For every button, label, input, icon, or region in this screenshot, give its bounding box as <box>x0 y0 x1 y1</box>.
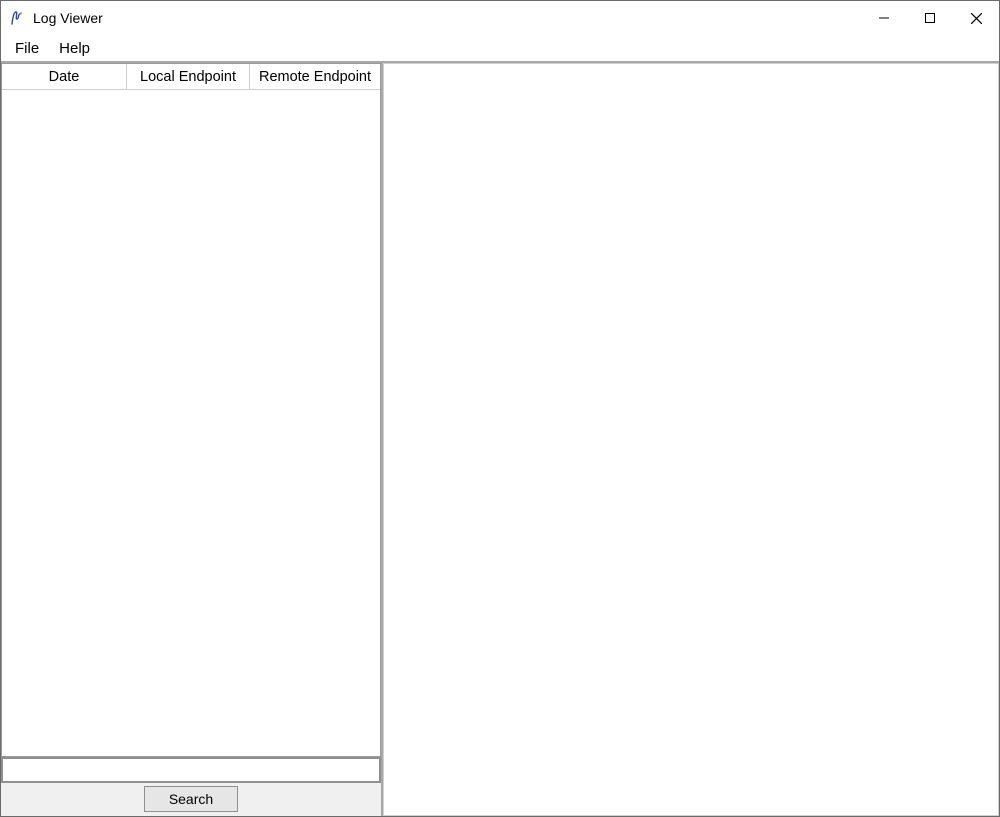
window-controls <box>861 1 999 35</box>
column-header-local-endpoint[interactable]: Local Endpoint <box>127 64 250 89</box>
maximize-button[interactable] <box>907 1 953 35</box>
app-icon <box>9 10 25 26</box>
menu-bar: File Help <box>1 35 999 61</box>
close-icon <box>971 13 982 24</box>
menu-file[interactable]: File <box>5 38 49 59</box>
minimize-button[interactable] <box>861 1 907 35</box>
menu-help[interactable]: Help <box>49 38 100 59</box>
title-bar: Log Viewer <box>1 1 999 35</box>
button-row: Search <box>1 783 381 816</box>
column-header-date[interactable]: Date <box>2 64 127 89</box>
close-button[interactable] <box>953 1 999 35</box>
client-area: Date Local Endpoint Remote Endpoint Sear… <box>1 61 999 816</box>
left-pane: Date Local Endpoint Remote Endpoint Sear… <box>1 63 383 816</box>
detail-pane[interactable] <box>383 63 999 816</box>
search-input[interactable] <box>1 757 381 783</box>
log-table[interactable]: Date Local Endpoint Remote Endpoint <box>1 63 381 757</box>
search-row <box>1 757 381 783</box>
table-header: Date Local Endpoint Remote Endpoint <box>2 64 380 90</box>
maximize-icon <box>925 13 935 23</box>
search-button[interactable]: Search <box>144 786 238 812</box>
app-window: Log Viewer File Help Date Local Endpoint… <box>0 0 1000 817</box>
window-title: Log Viewer <box>33 10 103 26</box>
column-header-remote-endpoint[interactable]: Remote Endpoint <box>250 64 380 89</box>
minimize-icon <box>879 13 889 23</box>
